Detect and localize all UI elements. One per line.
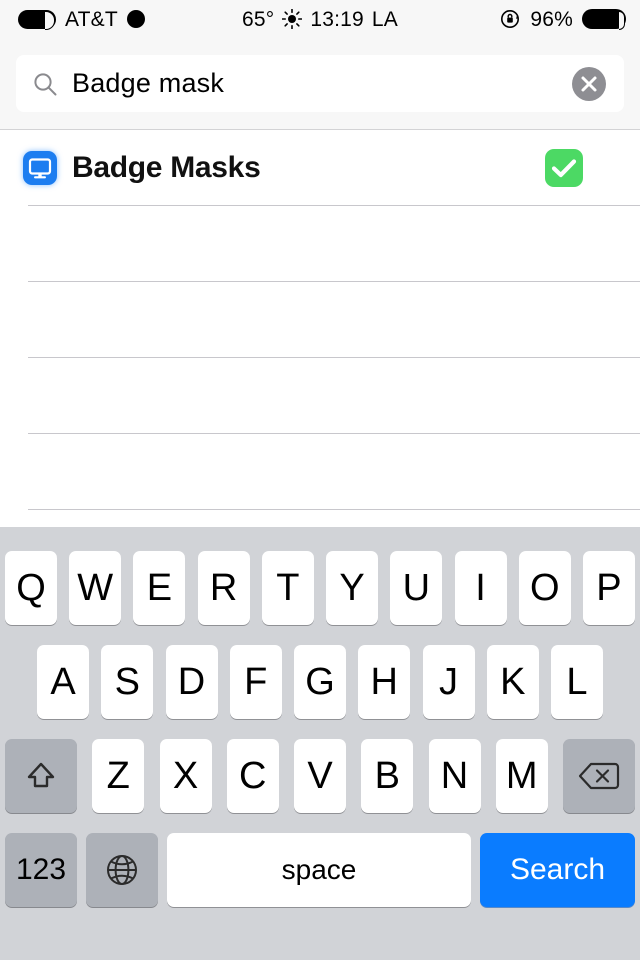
battery-percent-label: 96% bbox=[530, 7, 573, 31]
key-f[interactable]: F bbox=[229, 645, 282, 719]
keyboard-row-2: A S D F G H J K L bbox=[0, 635, 640, 729]
keyboard-row-4: 123 space Search bbox=[0, 823, 640, 917]
key-w[interactable]: W bbox=[69, 551, 122, 625]
display-monitor-icon bbox=[23, 151, 57, 185]
key-t[interactable]: T bbox=[261, 551, 314, 625]
result-title: Badge Masks bbox=[72, 151, 261, 184]
shift-icon[interactable] bbox=[5, 739, 77, 813]
list-item bbox=[0, 358, 640, 434]
key-o[interactable]: O bbox=[518, 551, 571, 625]
keyboard-row-1: Q W E R T Y U I O P bbox=[0, 541, 640, 635]
key-b[interactable]: B bbox=[361, 739, 414, 813]
search-input[interactable]: Badge mask bbox=[72, 68, 572, 99]
key-p[interactable]: P bbox=[582, 551, 635, 625]
list-item bbox=[0, 282, 640, 358]
key-s[interactable]: S bbox=[101, 645, 154, 719]
search-bar: Badge mask bbox=[0, 38, 640, 130]
keyboard-row-3: Z X C V B N M bbox=[0, 729, 640, 823]
key-g[interactable]: G bbox=[294, 645, 346, 719]
checkmark-icon[interactable] bbox=[545, 149, 583, 187]
rotation-lock-icon bbox=[499, 8, 521, 30]
globe-icon[interactable] bbox=[86, 833, 158, 907]
delete-icon[interactable] bbox=[563, 739, 635, 813]
status-bar: AT&T 65° 13:19 LA 96% bbox=[0, 0, 640, 38]
key-l[interactable]: L bbox=[551, 645, 603, 719]
on-screen-keyboard: Q W E R T Y U I O P A S D F G H J K L Z … bbox=[0, 527, 640, 960]
key-y[interactable]: Y bbox=[326, 551, 379, 625]
key-u[interactable]: U bbox=[390, 551, 443, 625]
search-results-list: Badge Masks bbox=[0, 130, 640, 586]
key-q[interactable]: Q bbox=[5, 551, 57, 625]
key-v[interactable]: V bbox=[294, 739, 346, 813]
key-c[interactable]: C bbox=[226, 739, 279, 813]
temperature-label: 65° bbox=[241, 7, 275, 31]
key-j[interactable]: J bbox=[422, 645, 475, 719]
search-icon bbox=[32, 71, 58, 97]
list-item bbox=[0, 206, 640, 282]
key-h[interactable]: H bbox=[358, 645, 411, 719]
key-m[interactable]: M bbox=[495, 739, 548, 813]
key-x[interactable]: X bbox=[159, 739, 212, 813]
list-item bbox=[0, 434, 640, 510]
space-key[interactable]: space bbox=[167, 833, 471, 907]
battery-icon bbox=[582, 9, 626, 30]
sun-icon bbox=[282, 8, 303, 30]
key-z[interactable]: Z bbox=[92, 739, 145, 813]
numeric-keyboard-button[interactable]: 123 bbox=[5, 833, 77, 907]
clock-label: 13:19 bbox=[310, 7, 364, 31]
timezone-label: LA bbox=[371, 7, 398, 31]
key-i[interactable]: I bbox=[454, 551, 507, 625]
search-key[interactable]: Search bbox=[480, 833, 635, 907]
phone-screen: AT&T 65° 13:19 LA 96% Badge mask Badge M… bbox=[0, 0, 640, 960]
search-field[interactable]: Badge mask bbox=[16, 55, 624, 112]
clear-search-button[interactable] bbox=[572, 66, 606, 101]
key-r[interactable]: R bbox=[197, 551, 250, 625]
key-n[interactable]: N bbox=[428, 739, 481, 813]
key-d[interactable]: D bbox=[165, 645, 218, 719]
key-k[interactable]: K bbox=[486, 645, 539, 719]
key-e[interactable]: E bbox=[133, 551, 186, 625]
status-bar-right: 96% bbox=[499, 0, 626, 38]
key-a[interactable]: A bbox=[37, 645, 89, 719]
table-row[interactable]: Badge Masks bbox=[0, 130, 640, 206]
